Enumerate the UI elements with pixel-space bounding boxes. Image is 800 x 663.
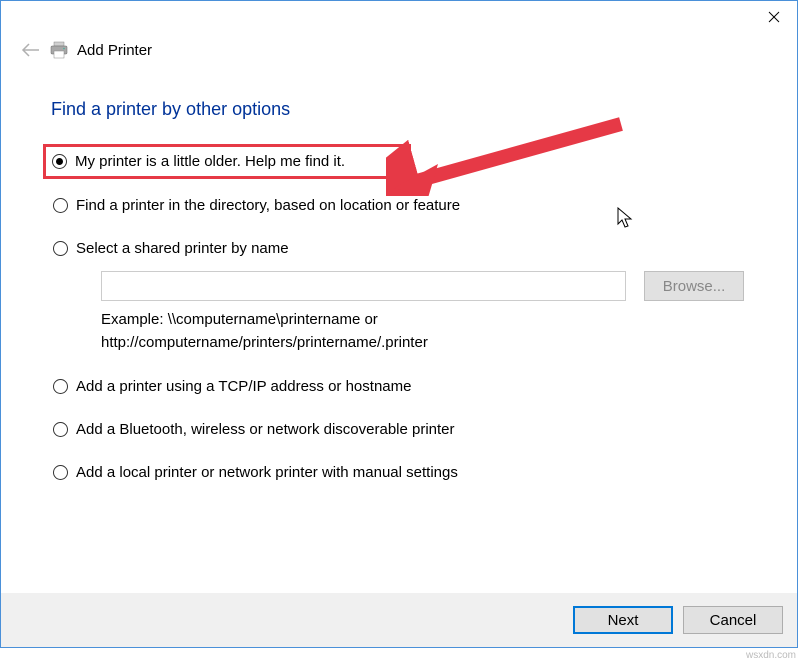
- back-button[interactable]: [21, 42, 41, 58]
- radio-directory[interactable]: [53, 198, 68, 213]
- radio-bluetooth[interactable]: [53, 422, 68, 437]
- dialog-window: Add Printer Find a printer by other opti…: [0, 0, 798, 648]
- option-older-printer-label[interactable]: My printer is a little older. Help me fi…: [75, 153, 345, 170]
- option-directory-label[interactable]: Find a printer in the directory, based o…: [76, 197, 460, 214]
- radio-shared[interactable]: [53, 241, 68, 256]
- back-arrow-icon: [21, 42, 41, 58]
- dialog-header: Add Printer: [1, 1, 797, 59]
- example-line1: Example: \\computername\printername or: [101, 311, 378, 328]
- option-tcpip[interactable]: Add a printer using a TCP/IP address or …: [51, 374, 747, 399]
- option-bluetooth[interactable]: Add a Bluetooth, wireless or network dis…: [51, 417, 747, 442]
- example-line2: http://computername/printers/printername…: [101, 334, 428, 351]
- option-shared[interactable]: Select a shared printer by name: [51, 236, 747, 261]
- example-text: Example: \\computername\printername or h…: [101, 309, 747, 354]
- watermark: wsxdn.com: [746, 650, 796, 661]
- radio-local[interactable]: [53, 465, 68, 480]
- browse-button: Browse...: [644, 271, 744, 301]
- option-directory[interactable]: Find a printer in the directory, based o…: [51, 193, 747, 218]
- dialog-content: Find a printer by other options My print…: [1, 59, 797, 485]
- option-local-label[interactable]: Add a local printer or network printer w…: [76, 464, 458, 481]
- option-bluetooth-label[interactable]: Add a Bluetooth, wireless or network dis…: [76, 421, 455, 438]
- shared-printer-input[interactable]: [101, 271, 626, 301]
- dialog-title: Add Printer: [77, 42, 152, 59]
- option-shared-label[interactable]: Select a shared printer by name: [76, 240, 289, 257]
- dialog-footer: Next Cancel: [1, 593, 797, 647]
- radio-tcpip[interactable]: [53, 379, 68, 394]
- radio-older-printer[interactable]: [52, 154, 67, 169]
- close-button[interactable]: [751, 2, 796, 32]
- option-local[interactable]: Add a local printer or network printer w…: [51, 460, 747, 485]
- next-button[interactable]: Next: [573, 606, 673, 634]
- shared-input-row: Browse...: [101, 271, 747, 301]
- option-older-printer[interactable]: My printer is a little older. Help me fi…: [43, 144, 411, 179]
- option-tcpip-label[interactable]: Add a printer using a TCP/IP address or …: [76, 378, 411, 395]
- printer-icon: [49, 41, 69, 59]
- page-heading: Find a printer by other options: [51, 99, 747, 120]
- close-icon: [768, 11, 780, 23]
- cancel-button[interactable]: Cancel: [683, 606, 783, 634]
